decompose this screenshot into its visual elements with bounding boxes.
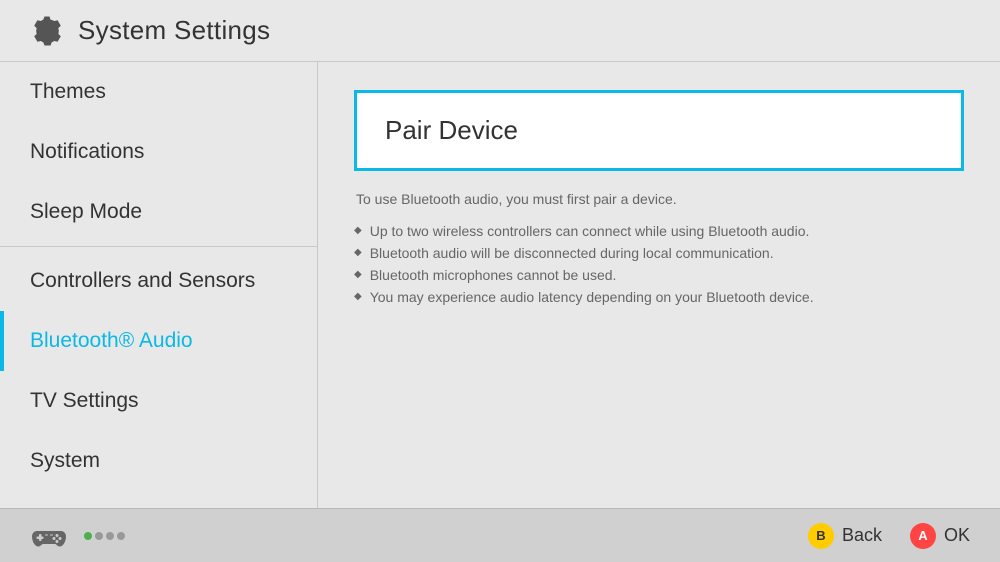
sidebar-item-notifications[interactable]: Notifications <box>0 122 317 182</box>
bullet-item-2: Bluetooth audio will be disconnected dur… <box>354 245 964 261</box>
page-title: System Settings <box>78 15 270 46</box>
sidebar-item-system[interactable]: System <box>0 431 317 491</box>
ok-label: OK <box>944 525 970 546</box>
pair-device-button[interactable]: Pair Device <box>354 90 964 171</box>
back-label: Back <box>842 525 882 546</box>
content-area: Pair Device To use Bluetooth audio, you … <box>318 62 1000 508</box>
sidebar-item-controllers-sensors[interactable]: Controllers and Sensors <box>0 251 317 311</box>
bullet-item-1: Up to two wireless controllers can conne… <box>354 223 964 239</box>
controller-icon <box>30 517 68 555</box>
back-button[interactable]: B Back <box>808 523 882 549</box>
bullet-item-4: You may experience audio latency dependi… <box>354 289 964 305</box>
bullet-list: Up to two wireless controllers can conne… <box>354 223 964 305</box>
sidebar-item-bluetooth-audio[interactable]: Bluetooth® Audio <box>0 311 317 371</box>
ok-button[interactable]: A OK <box>910 523 970 549</box>
a-button-circle: A <box>910 523 936 549</box>
gear-icon <box>30 14 64 48</box>
dot-green <box>84 532 92 540</box>
footer-left <box>30 517 125 555</box>
header: System Settings <box>0 0 1000 62</box>
dot-gray-2 <box>106 532 114 540</box>
sidebar-item-themes[interactable]: Themes <box>0 62 317 122</box>
sidebar-item-sleep-mode[interactable]: Sleep Mode <box>0 182 317 242</box>
footer-right: B Back A OK <box>808 523 970 549</box>
bullet-item-3: Bluetooth microphones cannot be used. <box>354 267 964 283</box>
sidebar-item-tv-settings[interactable]: TV Settings <box>0 371 317 431</box>
sidebar: Themes Notifications Sleep Mode Controll… <box>0 62 318 508</box>
dot-gray-1 <box>95 532 103 540</box>
main-layout: Themes Notifications Sleep Mode Controll… <box>0 62 1000 508</box>
indicator-dots <box>84 532 125 540</box>
footer: B Back A OK <box>0 508 1000 562</box>
sidebar-divider <box>0 246 317 247</box>
b-button-circle: B <box>808 523 834 549</box>
dot-gray-3 <box>117 532 125 540</box>
content-description: To use Bluetooth audio, you must first p… <box>354 191 964 207</box>
